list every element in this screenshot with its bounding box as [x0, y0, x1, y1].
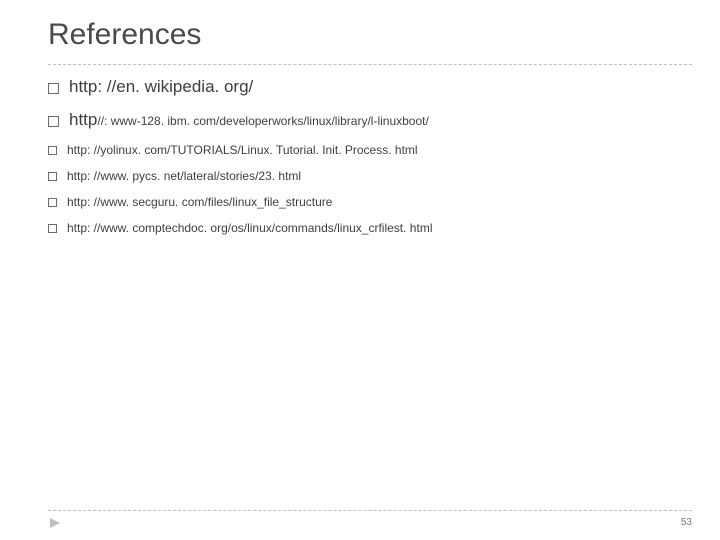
- list-item: http//: www-128. ibm. com/developerworks…: [48, 109, 668, 132]
- references-list: http: //en. wikipedia. org/ http//: www-…: [48, 76, 668, 247]
- list-item: http: //yolinux. com/TUTORIALS/Linux. Tu…: [48, 142, 668, 158]
- reference-text: http: //www. pycs. net/lateral/stories/2…: [67, 168, 301, 184]
- bullet-icon: [48, 83, 59, 94]
- reference-text: http: //www. secguru. com/files/linux_fi…: [67, 194, 332, 210]
- reference-text: http//: www-128. ibm. com/developerworks…: [69, 109, 429, 132]
- bullet-icon: [48, 224, 57, 233]
- divider-bottom: [48, 510, 692, 511]
- page-number: 53: [681, 517, 692, 528]
- list-item: http: //www. pycs. net/lateral/stories/2…: [48, 168, 668, 184]
- bullet-icon: [48, 146, 57, 155]
- reference-text: http: //en. wikipedia. org/: [69, 76, 253, 99]
- arrow-icon: [48, 516, 62, 530]
- bullet-icon: [48, 116, 59, 127]
- list-item: http: //en. wikipedia. org/: [48, 76, 668, 99]
- list-item: http: //www. comptechdoc. org/os/linux/c…: [48, 220, 668, 236]
- divider-top: [48, 64, 692, 65]
- page-title: References: [48, 18, 201, 52]
- bullet-icon: [48, 198, 57, 207]
- bullet-icon: [48, 172, 57, 181]
- reference-text: http: //www. comptechdoc. org/os/linux/c…: [67, 220, 432, 236]
- list-item: http: //www. secguru. com/files/linux_fi…: [48, 194, 668, 210]
- slide: References http: //en. wikipedia. org/ h…: [0, 0, 720, 540]
- reference-text: http: //yolinux. com/TUTORIALS/Linux. Tu…: [67, 142, 418, 158]
